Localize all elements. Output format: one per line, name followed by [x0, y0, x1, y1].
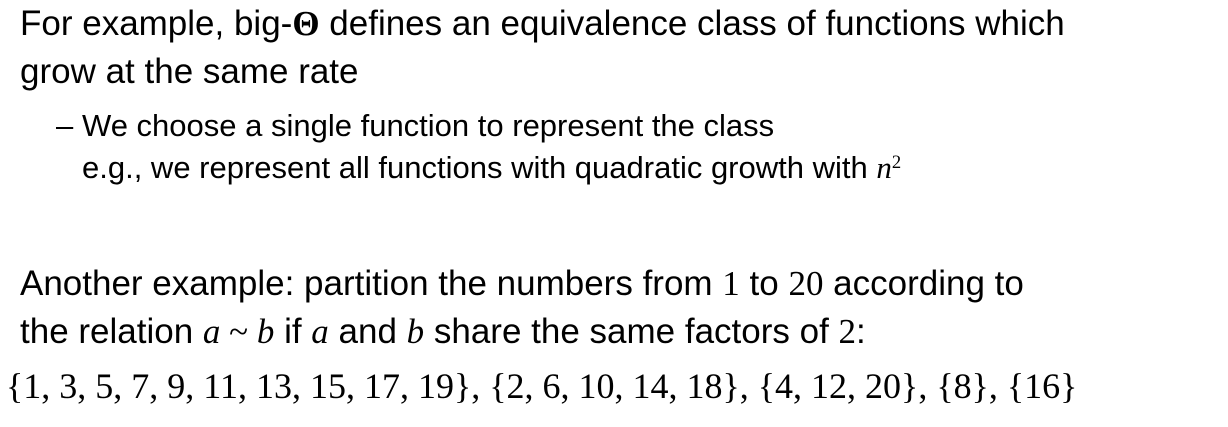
- paragraph-2-line-2: the relation a ~ b if a and b share the …: [20, 314, 866, 349]
- relation-b: b: [256, 312, 275, 351]
- p1-line1-text-after: defines an equivalence class of function…: [319, 4, 1065, 43]
- tilde-symbol: ~: [220, 312, 257, 351]
- paragraph-1-line-1: For example, big-Θ defines an equivalenc…: [20, 6, 1065, 41]
- p1-line1-text-before: For example, big-: [20, 4, 293, 43]
- p2-line2-text-before: the relation: [20, 312, 203, 351]
- p1-line2-text: grow at the same rate: [20, 52, 359, 91]
- p2-line1-text-after: according to: [823, 264, 1024, 303]
- p2-line1-text-mid: to: [739, 264, 789, 303]
- paragraph-2-line-1: Another example: partition the numbers f…: [20, 266, 1024, 301]
- number-two: 2: [838, 312, 857, 351]
- p2-line2-text-if: if: [274, 312, 312, 351]
- equivalence-classes: {1, 3, 5, 7, 9, 11, 13, 15, 17, 19}, {2,…: [6, 366, 1078, 406]
- variable-a: a: [311, 312, 329, 351]
- paragraph-1-line-2: grow at the same rate: [20, 54, 359, 89]
- variable-b: b: [406, 312, 425, 351]
- bullet-line-1: We choose a single function to represent…: [82, 110, 774, 141]
- theta-symbol: Θ: [292, 4, 320, 43]
- number-to: 20: [788, 264, 824, 303]
- bullet-dash: –: [56, 108, 74, 143]
- bullet-line2-text: e.g., we represent all functions with qu…: [82, 150, 877, 185]
- p2-line2-text-and: and: [328, 312, 407, 351]
- p2-line1-text-before: Another example: partition the numbers f…: [20, 264, 723, 303]
- p2-line2-text-rest: share the same factors of: [424, 312, 839, 351]
- exponent: 2: [891, 151, 902, 173]
- p2-line2-colon: :: [856, 312, 866, 351]
- number-from: 1: [722, 264, 740, 303]
- bullet-line-2: e.g., we represent all functions with qu…: [82, 152, 901, 183]
- relation-a: a: [202, 312, 221, 351]
- variable-n: n: [876, 150, 892, 185]
- slide: { "p1": { "line1": { "before": "For exam…: [0, 0, 1228, 427]
- bullet-line1-text: We choose a single function to represent…: [82, 108, 775, 143]
